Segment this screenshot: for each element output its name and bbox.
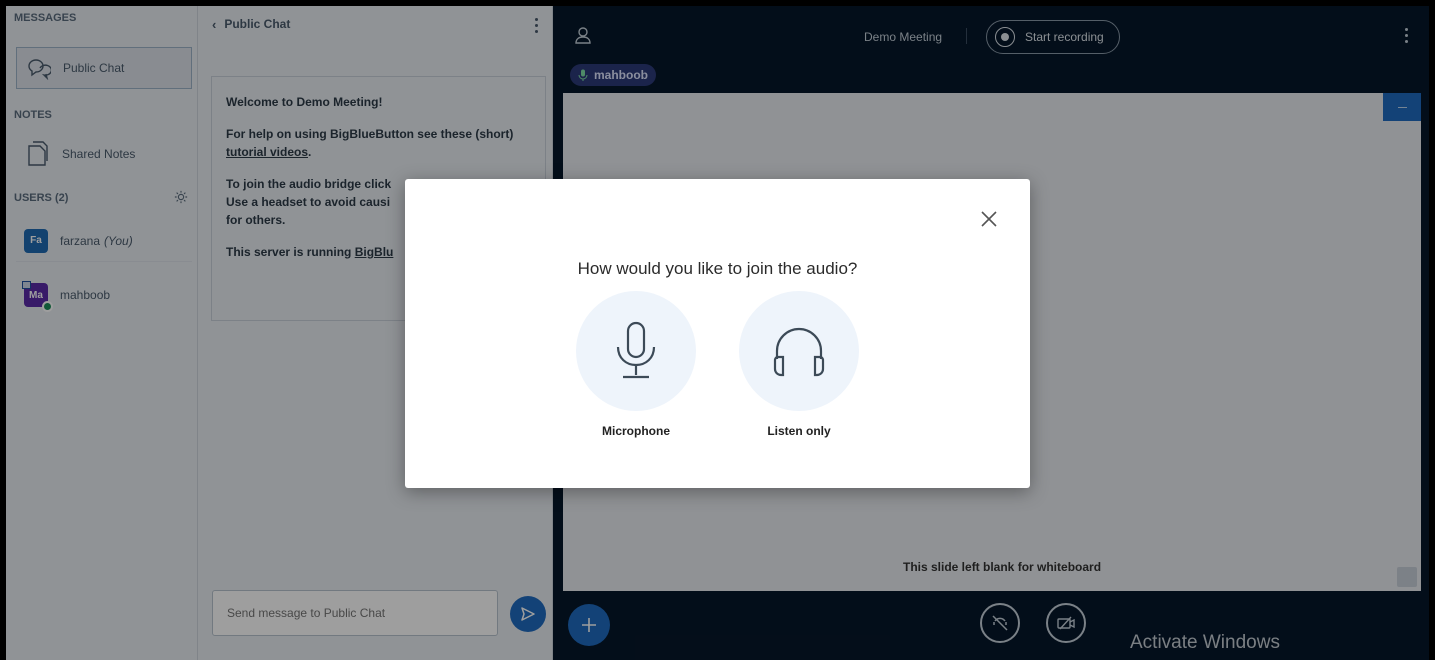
- join-audio-modal: How would you like to join the audio? Mi…: [405, 179, 1030, 488]
- modal-title: How would you like to join the audio?: [577, 259, 858, 278]
- microphone-option-button[interactable]: [576, 291, 696, 411]
- microphone-option-label: Microphone: [602, 424, 670, 438]
- headphones-icon: [773, 327, 825, 377]
- listen-only-option-button[interactable]: [739, 291, 859, 411]
- listen-only-option-label: Listen only: [767, 424, 831, 438]
- microphone-icon: [616, 321, 656, 379]
- close-icon[interactable]: [977, 207, 1001, 231]
